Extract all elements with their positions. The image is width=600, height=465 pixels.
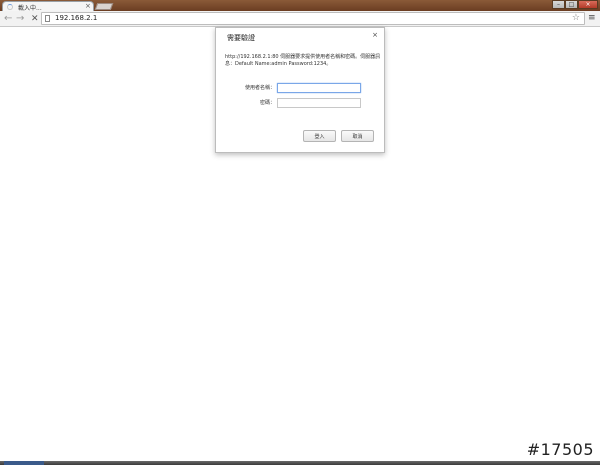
close-window-button[interactable]: ×	[578, 0, 598, 9]
star-icon[interactable]: ☆	[572, 12, 580, 25]
start-button[interactable]	[4, 461, 44, 465]
address-bar[interactable]: 192.168.2.1 ☆	[41, 12, 585, 25]
back-arrow-icon[interactable]: ←	[4, 12, 12, 25]
menu-icon[interactable]: ≡	[588, 12, 596, 25]
tab-close-icon[interactable]: ×	[85, 2, 91, 11]
username-row: 使用者名稱：	[216, 83, 386, 93]
watermark-label: #17505	[526, 440, 594, 459]
dialog-message: http://192.168.2.1:80 伺服器要求提供使用者名稱和密碼。伺服…	[225, 54, 381, 67]
new-tab-button[interactable]	[94, 3, 114, 10]
page-icon	[45, 15, 50, 22]
password-input[interactable]	[277, 98, 361, 108]
login-button[interactable]: 登入	[303, 130, 336, 142]
stop-icon[interactable]: ✕	[31, 13, 39, 26]
password-row: 密碼：	[216, 98, 386, 108]
forward-arrow-icon[interactable]: →	[16, 12, 24, 25]
url-text[interactable]: 192.168.2.1	[55, 13, 97, 24]
taskbar	[0, 461, 600, 465]
cancel-button[interactable]: 取消	[341, 130, 374, 142]
minimize-button[interactable]: –	[552, 0, 565, 9]
auth-dialog: 需要驗證 × http://192.168.2.1:80 伺服器要求提供使用者名…	[215, 27, 385, 153]
close-icon[interactable]: ×	[372, 31, 378, 39]
window-controls: – □ ×	[552, 0, 598, 10]
username-input[interactable]	[277, 83, 361, 93]
maximize-button[interactable]: □	[565, 0, 578, 9]
username-label: 使用者名稱：	[244, 85, 275, 91]
password-label: 密碼：	[259, 100, 275, 106]
loading-spinner-icon	[7, 4, 13, 10]
dialog-title: 需要驗證	[227, 34, 255, 42]
window-titlebar: 載入中... × – □ ×	[0, 0, 600, 12]
browser-toolbar: ← → ✕ 192.168.2.1 ☆ ≡	[0, 11, 600, 27]
